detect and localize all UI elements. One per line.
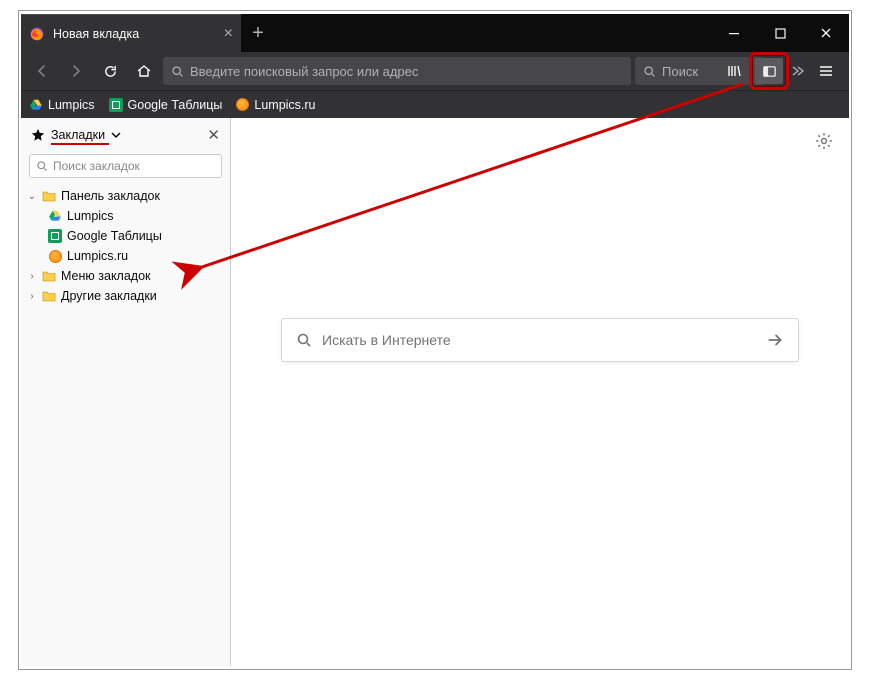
sidebar-close-button[interactable]: ✕ [207, 126, 220, 144]
new-tab-button[interactable]: + [241, 14, 275, 52]
reload-button[interactable] [95, 56, 125, 86]
folder-menu[interactable]: › Меню закладок [21, 266, 230, 286]
search-icon [36, 160, 48, 172]
bookmarks-tree: ⌄ Панель закладок Lumpics Google Таблицы [21, 184, 230, 308]
folder-icon [41, 188, 57, 204]
site-icon [236, 98, 249, 111]
customize-gear-button[interactable] [815, 132, 833, 150]
expand-icon[interactable]: › [27, 291, 37, 302]
menu-button[interactable] [811, 56, 841, 86]
library-button[interactable] [719, 56, 749, 86]
tab-title: Новая вкладка [53, 27, 216, 41]
sidebar-search-placeholder: Поиск закладок [53, 159, 140, 173]
content-area: Закладки ✕ Поиск закладок ⌄ Панель [21, 118, 849, 666]
maximize-button[interactable] [757, 14, 803, 52]
folder-label: Меню закладок [61, 269, 151, 283]
drive-icon [29, 98, 43, 112]
search-placeholder: Поиск [662, 64, 698, 79]
firefox-icon [29, 26, 45, 42]
newtab-search-placeholder: Искать в Интернете [322, 332, 451, 348]
close-window-button[interactable] [803, 14, 849, 52]
tab-active[interactable]: Новая вкладка × [21, 14, 241, 52]
url-placeholder: Введите поисковый запрос или адрес [190, 64, 418, 79]
sheets-icon [47, 228, 63, 244]
tree-item-lumpics-ru[interactable]: Lumpics.ru [21, 246, 230, 266]
sidebar-toggle-button[interactable] [755, 58, 783, 84]
forward-button[interactable] [61, 56, 91, 86]
nav-toolbar: Введите поисковый запрос или адрес Поиск [21, 52, 849, 90]
expand-icon[interactable]: ⌄ [27, 191, 37, 202]
tab-close-icon[interactable]: × [224, 25, 233, 43]
titlebar: Новая вкладка × + [21, 14, 849, 52]
back-button[interactable] [27, 56, 57, 86]
folder-toolbar[interactable]: ⌄ Панель закладок [21, 186, 230, 206]
bookmark-label: Lumpics.ru [254, 98, 315, 112]
tree-item-google-sheets[interactable]: Google Таблицы [21, 226, 230, 246]
browser-window: Новая вкладка × + [21, 14, 849, 666]
sidebar-title[interactable]: Закладки [51, 128, 105, 142]
bookmarks-sidebar: Закладки ✕ Поиск закладок ⌄ Панель [21, 118, 231, 666]
sidebar-header: Закладки ✕ [21, 118, 230, 152]
bookmarks-toolbar: Lumpics Google Таблицы Lumpics.ru [21, 90, 849, 118]
folder-label: Панель закладок [61, 189, 160, 203]
search-icon [296, 332, 312, 348]
folder-icon [41, 288, 57, 304]
site-icon [47, 248, 63, 264]
bookmark-label: Lumpics [48, 98, 95, 112]
search-icon [643, 65, 656, 78]
drive-icon [47, 208, 63, 224]
url-bar[interactable]: Введите поисковый запрос или адрес [163, 57, 631, 85]
folder-other[interactable]: › Другие закладки [21, 286, 230, 306]
bookmark-lumpics[interactable]: Lumpics [29, 98, 95, 112]
window-buttons [711, 14, 849, 52]
bookmark-google-sheets[interactable]: Google Таблицы [109, 98, 223, 112]
tree-item-label: Lumpics [67, 209, 114, 223]
star-icon [31, 128, 45, 142]
tree-item-label: Lumpics.ru [67, 249, 128, 263]
minimize-button[interactable] [711, 14, 757, 52]
search-icon [171, 65, 184, 78]
sheets-icon [109, 98, 123, 112]
tree-item-lumpics[interactable]: Lumpics [21, 206, 230, 226]
tree-item-label: Google Таблицы [67, 229, 162, 243]
home-button[interactable] [129, 56, 159, 86]
bookmark-lumpics-ru[interactable]: Lumpics.ru [236, 98, 315, 112]
sidebar-search-input[interactable]: Поиск закладок [29, 154, 222, 178]
expand-icon[interactable]: › [27, 271, 37, 282]
folder-icon [41, 268, 57, 284]
folder-label: Другие закладки [61, 289, 157, 303]
new-tab-page: Искать в Интернете [231, 118, 849, 666]
newtab-search-input[interactable]: Искать в Интернете [281, 318, 799, 362]
overflow-icon[interactable] [789, 56, 807, 86]
arrow-right-icon[interactable] [766, 331, 784, 349]
bookmark-label: Google Таблицы [128, 98, 223, 112]
sidebar-button-highlight [749, 52, 789, 90]
chevron-down-icon[interactable] [111, 130, 121, 140]
